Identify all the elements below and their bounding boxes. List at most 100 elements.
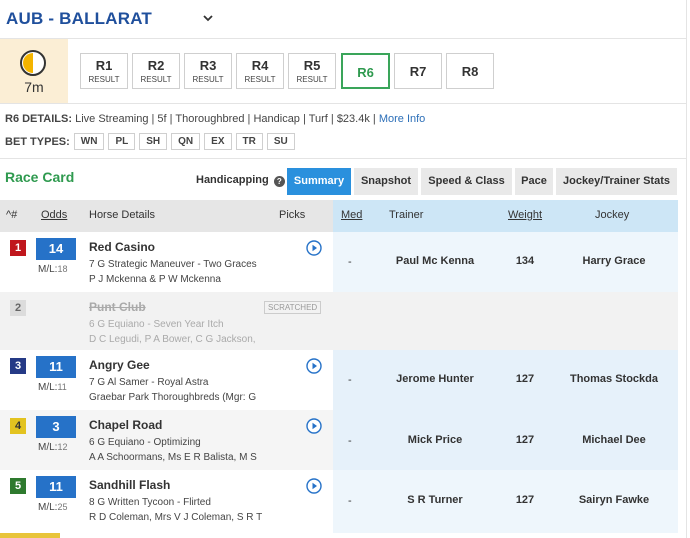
table-header: ^# Odds Horse Details Picks Med Trainer … bbox=[0, 200, 678, 232]
col-odds[interactable]: Odds bbox=[41, 209, 67, 221]
trainer-name[interactable]: S R Turner bbox=[360, 494, 510, 506]
race-button-r7[interactable]: R7 bbox=[394, 53, 442, 89]
col-number[interactable]: ^# bbox=[6, 209, 17, 221]
jockey-name[interactable]: Sairyn Fawke bbox=[545, 494, 683, 506]
horse-breeding: 6 G Equiano - Optimizing bbox=[89, 437, 201, 448]
col-horse-details: Horse Details bbox=[89, 209, 156, 221]
jockey-name[interactable]: Thomas Stockda bbox=[545, 373, 683, 385]
bet-type-sh[interactable]: SH bbox=[139, 133, 168, 150]
tab-snapshot[interactable]: Snapshot bbox=[354, 168, 418, 195]
medication: - bbox=[348, 435, 352, 447]
trainer-name[interactable]: Mick Price bbox=[360, 434, 510, 446]
horse-owners: D C Legudi, P A Bower, C G Jackson, bbox=[89, 334, 256, 345]
horse-breeding: 7 G Al Samer - Royal Astra bbox=[89, 377, 209, 388]
race-button-r2[interactable]: R2 RESULT bbox=[132, 53, 180, 89]
col-med[interactable]: Med bbox=[341, 209, 362, 221]
bet-type-su[interactable]: SU bbox=[266, 133, 295, 150]
race-label: R3 bbox=[199, 58, 217, 73]
race-status: RESULT bbox=[140, 75, 172, 84]
horse-name[interactable]: Angry Gee bbox=[89, 358, 150, 372]
chevron-down-icon[interactable] bbox=[200, 10, 216, 26]
panel-border bbox=[686, 0, 687, 538]
morning-line: M/L:12 bbox=[38, 442, 68, 453]
play-icon[interactable] bbox=[306, 478, 322, 494]
scratched-badge: SCRATCHED bbox=[264, 301, 322, 314]
saddle-number: 2 bbox=[10, 300, 26, 316]
saddle-number: 1 bbox=[10, 240, 26, 256]
tab-speed-class[interactable]: Speed & Class bbox=[421, 168, 512, 195]
race-label: R2 bbox=[147, 58, 165, 73]
weight: 134 bbox=[515, 255, 535, 267]
medication: - bbox=[348, 495, 352, 507]
horse-owners: Graebar Park Thoroughbreds (Mgr: G bbox=[89, 392, 257, 403]
more-info-link[interactable]: More Info bbox=[379, 113, 425, 125]
odds-button[interactable]: 11 bbox=[36, 476, 76, 498]
morning-line: M/L:18 bbox=[38, 264, 68, 275]
play-icon[interactable] bbox=[306, 418, 322, 434]
table-row: 5 11 M/L:25 Sandhill Flash 8 G Written T… bbox=[0, 470, 678, 533]
table-row: 1 14 M/L:18 Red Casino 7 G Strategic Man… bbox=[0, 232, 678, 292]
morning-line: M/L:11 bbox=[38, 382, 67, 393]
horse-name[interactable]: Punt Club bbox=[89, 300, 146, 314]
race-button-r5[interactable]: R5 RESULT bbox=[288, 53, 336, 89]
race-button-r3[interactable]: R3 RESULT bbox=[184, 53, 232, 89]
timer-icon bbox=[20, 50, 46, 76]
horse-breeding: 8 G Written Tycoon - Flirted bbox=[89, 497, 211, 508]
race-button-r4[interactable]: R4 RESULT bbox=[236, 53, 284, 89]
medication: - bbox=[348, 374, 352, 386]
col-trainer: Trainer bbox=[389, 209, 424, 221]
race-status: RESULT bbox=[296, 75, 328, 84]
odds-button[interactable]: 3 bbox=[36, 416, 76, 438]
medication: - bbox=[348, 256, 352, 268]
saddle-number: 5 bbox=[10, 478, 26, 494]
horse-name[interactable]: Sandhill Flash bbox=[89, 478, 170, 492]
trainer-name[interactable]: Paul Mc Kenna bbox=[360, 255, 510, 267]
odds-button[interactable]: 11 bbox=[36, 356, 76, 378]
race-button-r1[interactable]: R1 RESULT bbox=[80, 53, 128, 89]
bet-type-qn[interactable]: QN bbox=[171, 133, 201, 150]
help-icon[interactable]: ? bbox=[273, 176, 285, 187]
col-weight[interactable]: Weight bbox=[508, 209, 542, 221]
handicapping-label: Handicapping ? bbox=[196, 174, 285, 187]
weight: 127 bbox=[515, 494, 535, 506]
jockey-name[interactable]: Harry Grace bbox=[545, 255, 683, 267]
race-label: R5 bbox=[303, 58, 321, 73]
play-icon[interactable] bbox=[306, 240, 322, 256]
bet-type-pl[interactable]: PL bbox=[108, 133, 136, 150]
horse-owners: R D Coleman, Mrs V J Coleman, S R T bbox=[89, 512, 263, 523]
horse-owners: A A Schoormans, Ms E R Balista, M S bbox=[89, 452, 257, 463]
venue-title[interactable]: AUB - BALLARAT bbox=[6, 9, 152, 29]
weight: 127 bbox=[515, 434, 535, 446]
horse-breeding: 6 G Equiano - Seven Year Itch bbox=[89, 319, 224, 330]
bet-type-tr[interactable]: TR bbox=[235, 133, 263, 150]
table-row: 4 3 M/L:12 Chapel Road 6 G Equiano - Opt… bbox=[0, 410, 678, 470]
race-status: RESULT bbox=[192, 75, 224, 84]
tab-summary[interactable]: Summary bbox=[287, 168, 351, 195]
play-icon[interactable] bbox=[306, 358, 322, 374]
race-selector: 7m R1 RESULT R2 RESULT R3 RESULT R4 RESU… bbox=[0, 38, 686, 104]
tab-jockey-trainer-stats[interactable]: Jockey/Trainer Stats bbox=[556, 168, 677, 195]
horse-owners: P J Mckenna & P W Mckenna bbox=[89, 274, 221, 285]
table-row: 3 11 M/L:11 Angry Gee 7 G Al Samer - Roy… bbox=[0, 350, 678, 410]
horse-name[interactable]: Chapel Road bbox=[89, 418, 162, 432]
venue-header[interactable]: AUB - BALLARAT bbox=[0, 0, 686, 38]
morning-line: M/L:25 bbox=[38, 502, 68, 513]
race-label: R6 bbox=[357, 65, 374, 80]
race-button-r6[interactable]: R6 bbox=[341, 53, 390, 89]
col-jockey: Jockey bbox=[595, 209, 630, 221]
race-details: R6 DETAILS: Live Streaming | 5f | Thorou… bbox=[5, 113, 425, 125]
race-button-r8[interactable]: R8 bbox=[446, 53, 494, 89]
trainer-name[interactable]: Jerome Hunter bbox=[360, 373, 510, 385]
odds-button[interactable]: 14 bbox=[36, 238, 76, 260]
race-status: RESULT bbox=[244, 75, 276, 84]
bet-type-wn[interactable]: WN bbox=[73, 133, 105, 150]
bet-type-ex[interactable]: EX bbox=[204, 133, 232, 150]
tab-pace[interactable]: Pace bbox=[515, 168, 553, 195]
race-label: R8 bbox=[461, 64, 479, 79]
jockey-name[interactable]: Michael Dee bbox=[545, 434, 683, 446]
horse-name[interactable]: Red Casino bbox=[89, 240, 155, 254]
col-picks: Picks bbox=[279, 209, 306, 221]
bet-types-label: BET TYPES: bbox=[5, 135, 70, 148]
countdown-timer: 7m bbox=[0, 39, 68, 103]
countdown-label: 7m bbox=[24, 79, 44, 95]
